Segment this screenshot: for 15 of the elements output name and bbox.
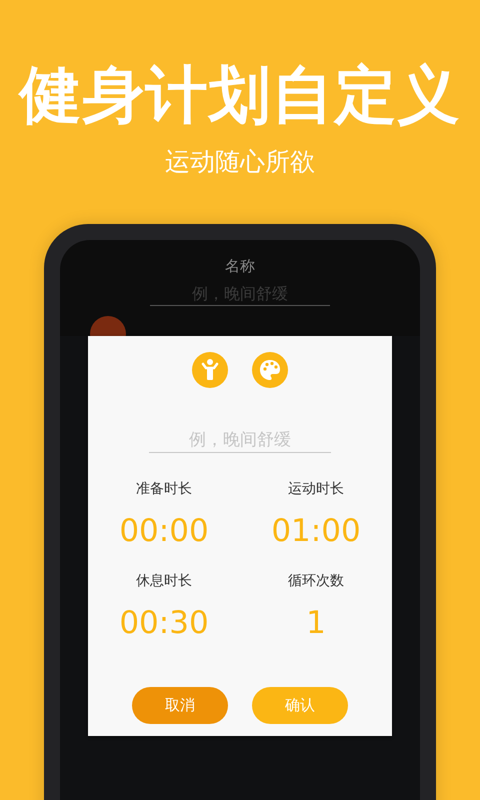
setting-label: 休息时长: [136, 572, 192, 591]
person-icon[interactable]: [192, 352, 228, 388]
setting-value[interactable]: 01:00: [271, 511, 361, 551]
setting-value[interactable]: 00:30: [119, 603, 209, 643]
field-label: 名称: [225, 256, 255, 276]
palette-icon[interactable]: [252, 352, 288, 388]
setting-value[interactable]: 00:00: [119, 511, 209, 551]
confirm-button[interactable]: 确认: [252, 687, 348, 724]
setting-label: 循环次数: [288, 572, 344, 591]
headline: 健身计划自定义: [20, 58, 460, 132]
subtitle: 运动随心所欲: [165, 146, 315, 178]
cancel-button[interactable]: 取消: [132, 687, 228, 724]
setting-label: 准备时长: [136, 480, 192, 499]
setting-value[interactable]: 1: [306, 603, 326, 643]
setting-label: 运动时长: [288, 480, 344, 499]
